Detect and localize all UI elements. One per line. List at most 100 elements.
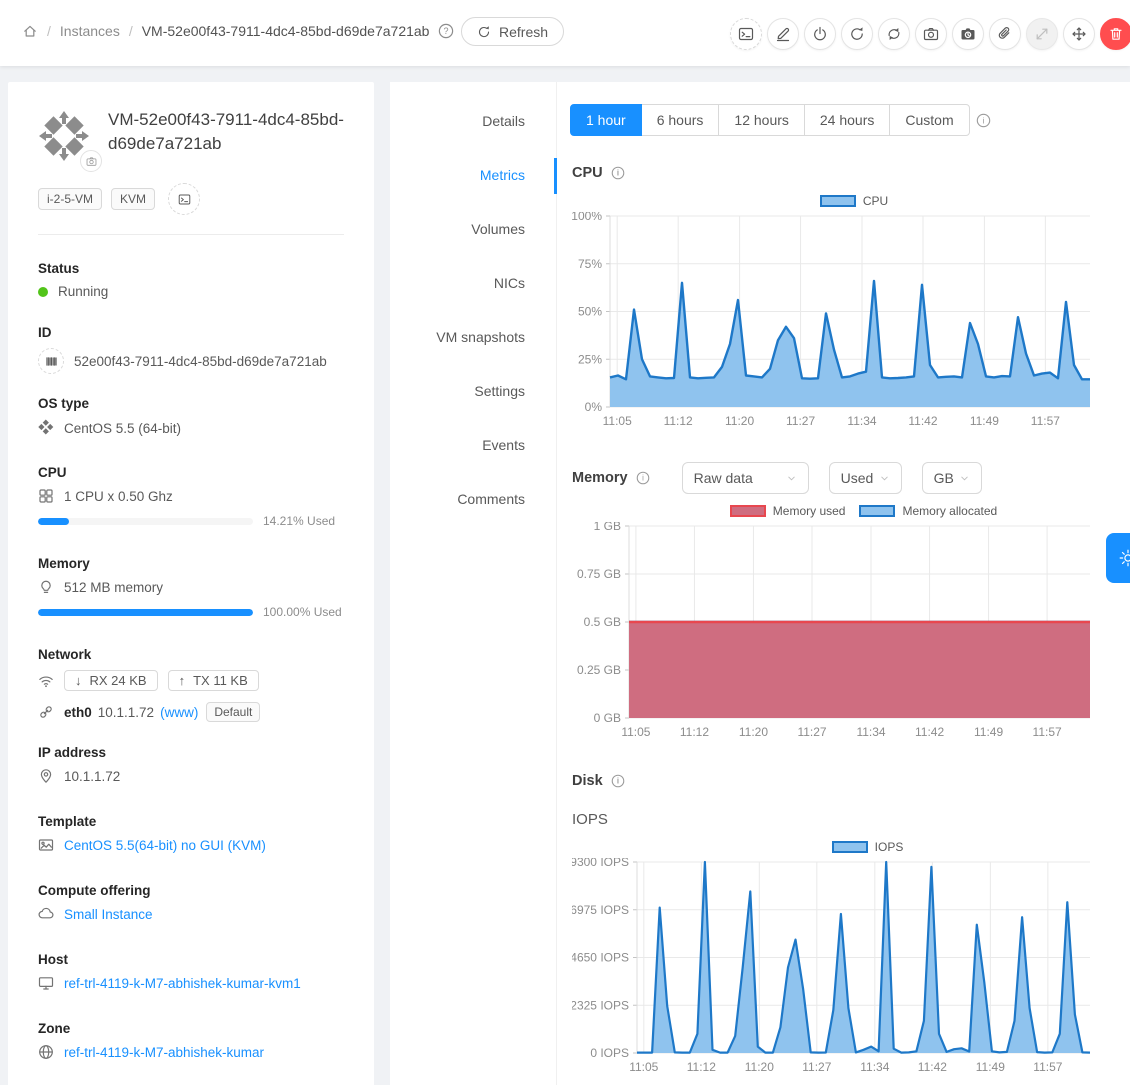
gear-icon <box>1118 548 1130 568</box>
svg-text:0.25 GB: 0.25 GB <box>577 663 621 677</box>
tab-nics[interactable]: NICs <box>390 275 556 293</box>
ip-value: 10.1.1.72 <box>64 769 120 784</box>
tag-internal-name: i-2-5-VM <box>38 188 102 210</box>
migrate-instance-button[interactable] <box>1063 18 1095 50</box>
vm-id-value: 52e00f43-7911-4dc4-85bd-d69de7a721ab <box>74 354 327 369</box>
svg-text:11:42: 11:42 <box>918 1060 947 1074</box>
refresh-button[interactable]: Refresh <box>461 17 564 46</box>
status-dot <box>38 287 48 297</box>
theme-settings-button[interactable] <box>1106 533 1130 583</box>
stop-instance-button[interactable] <box>804 18 836 50</box>
take-volume-snapshot-button[interactable] <box>952 18 984 50</box>
tab-volumes[interactable]: Volumes <box>390 221 556 239</box>
range-1-hour[interactable]: 1 hour <box>570 104 642 136</box>
legend-item[interactable]: IOPS <box>832 840 904 854</box>
location-pin-icon <box>38 768 54 784</box>
rx-pill[interactable]: ↓RX 24 KB <box>64 670 158 691</box>
offering-link[interactable]: Small Instance <box>64 907 153 922</box>
console-icon <box>178 193 191 206</box>
svg-text:11:12: 11:12 <box>687 1060 716 1074</box>
scale-vm-button[interactable] <box>1026 18 1058 50</box>
legend-swatch <box>820 195 856 207</box>
memory-section: Memory 512 MB memory 100.00% Used <box>38 556 354 619</box>
open-console-button[interactable] <box>168 183 200 215</box>
camera-icon <box>923 26 939 42</box>
tab-details[interactable]: Details <box>390 113 556 131</box>
desktop-icon <box>38 975 54 991</box>
view-console-button[interactable] <box>730 18 762 50</box>
nic-ip: 10.1.1.72 <box>98 705 154 720</box>
paperclip-icon <box>997 26 1013 42</box>
svg-text:11:42: 11:42 <box>915 725 944 739</box>
memory-unit-select[interactable]: GB <box>922 462 982 494</box>
tx-pill[interactable]: ↑TX 11 KB <box>168 670 259 691</box>
help-icon[interactable]: ? <box>438 23 454 39</box>
breadcrumb-current-vm: VM-52e00f43-7911-4dc4-85bd-d69de7a721ab <box>142 23 430 39</box>
range-6-hours[interactable]: 6 hours <box>641 104 720 136</box>
edit-instance-button[interactable] <box>767 18 799 50</box>
nic-name: eth0 <box>64 705 92 720</box>
legend-swatch <box>859 505 895 517</box>
memory-metric-select[interactable]: Used <box>829 462 902 494</box>
range-custom[interactable]: Custom <box>889 104 969 136</box>
attach-iso-button[interactable] <box>989 18 1021 50</box>
legend-item[interactable]: CPU <box>820 194 888 208</box>
cpu-progress-bar <box>38 518 253 525</box>
svg-text:11:20: 11:20 <box>745 1060 774 1074</box>
svg-text:50%: 50% <box>578 305 602 319</box>
svg-text:?: ? <box>444 26 449 36</box>
power-icon <box>812 26 828 42</box>
logo-camera-badge[interactable] <box>80 150 102 172</box>
arrow-up-icon: ↑ <box>179 673 186 688</box>
memory-data-select[interactable]: Raw data <box>682 462 809 494</box>
os-icon <box>38 419 54 438</box>
breadcrumb-instances[interactable]: Instances <box>60 23 120 39</box>
status-value: Running <box>58 284 108 299</box>
home-icon[interactable] <box>22 23 38 39</box>
tab-events[interactable]: Events <box>390 437 556 455</box>
template-section: Template CentOS 5.5(64-bit) no GUI (KVM) <box>38 814 354 853</box>
cloudstack-instance-page: / Instances / VM-52e00f43-7911-4dc4-85bd… <box>0 0 1130 1085</box>
range-24-hours[interactable]: 24 hours <box>804 104 890 136</box>
zone-link[interactable]: ref-trl-4119-k-M7-abhishek-kumar <box>64 1045 264 1060</box>
svg-text:11:27: 11:27 <box>786 414 815 428</box>
svg-text:11:05: 11:05 <box>629 1060 658 1074</box>
svg-text:0.5 GB: 0.5 GB <box>584 615 621 629</box>
breadcrumb-separator: / <box>47 23 51 39</box>
sync-icon <box>886 26 902 42</box>
svg-text:0%: 0% <box>585 400 603 414</box>
template-link[interactable]: CentOS 5.5(64-bit) no GUI (KVM) <box>64 838 266 853</box>
instance-summary-card: VM-52e00f43-7911-4dc4-85bd-d69de7a721ab … <box>8 82 374 1085</box>
disk-info-icon[interactable]: i <box>611 774 625 788</box>
tab-vm-snapshots[interactable]: VM snapshots <box>390 329 556 347</box>
svg-text:0 IOPS: 0 IOPS <box>590 1046 629 1060</box>
svg-text:11:34: 11:34 <box>847 414 876 428</box>
time-range-info-icon[interactable]: i <box>976 113 991 128</box>
destroy-instance-button[interactable] <box>1100 18 1130 50</box>
reboot-instance-button[interactable] <box>841 18 873 50</box>
legend-label: Memory used <box>773 504 846 518</box>
picture-icon <box>38 837 54 853</box>
ip-section: IP address 10.1.1.72 <box>38 745 354 784</box>
range-12-hours[interactable]: 12 hours <box>718 104 804 136</box>
tab-settings[interactable]: Settings <box>390 383 556 401</box>
legend-item[interactable]: Memory allocated <box>859 504 997 518</box>
tab-metrics[interactable]: Metrics <box>390 167 556 185</box>
svg-text:11:27: 11:27 <box>802 1060 831 1074</box>
reinstall-instance-button[interactable] <box>878 18 910 50</box>
cpu-info-icon[interactable]: i <box>611 166 625 180</box>
svg-text:11:57: 11:57 <box>1033 725 1062 739</box>
nic-network-link[interactable]: (www) <box>160 705 198 720</box>
legend-item[interactable]: Memory used <box>730 504 846 518</box>
iops-chart: IOPS0 IOPS22325 IOPS44650 IOPS66975 IOPS… <box>572 836 1098 1082</box>
tag-hypervisor: KVM <box>111 188 155 210</box>
svg-text:11:05: 11:05 <box>621 725 650 739</box>
os-value: CentOS 5.5 (64-bit) <box>64 421 181 436</box>
tab-comments[interactable]: Comments <box>390 491 556 509</box>
svg-text:1 GB: 1 GB <box>594 522 621 533</box>
create-vm-snapshot-button[interactable] <box>915 18 947 50</box>
svg-text:11:34: 11:34 <box>856 725 885 739</box>
host-link[interactable]: ref-trl-4119-k-M7-abhishek-kumar-kvm1 <box>64 976 301 991</box>
refresh-icon <box>477 25 491 39</box>
memory-info-icon[interactable]: i <box>636 471 650 485</box>
